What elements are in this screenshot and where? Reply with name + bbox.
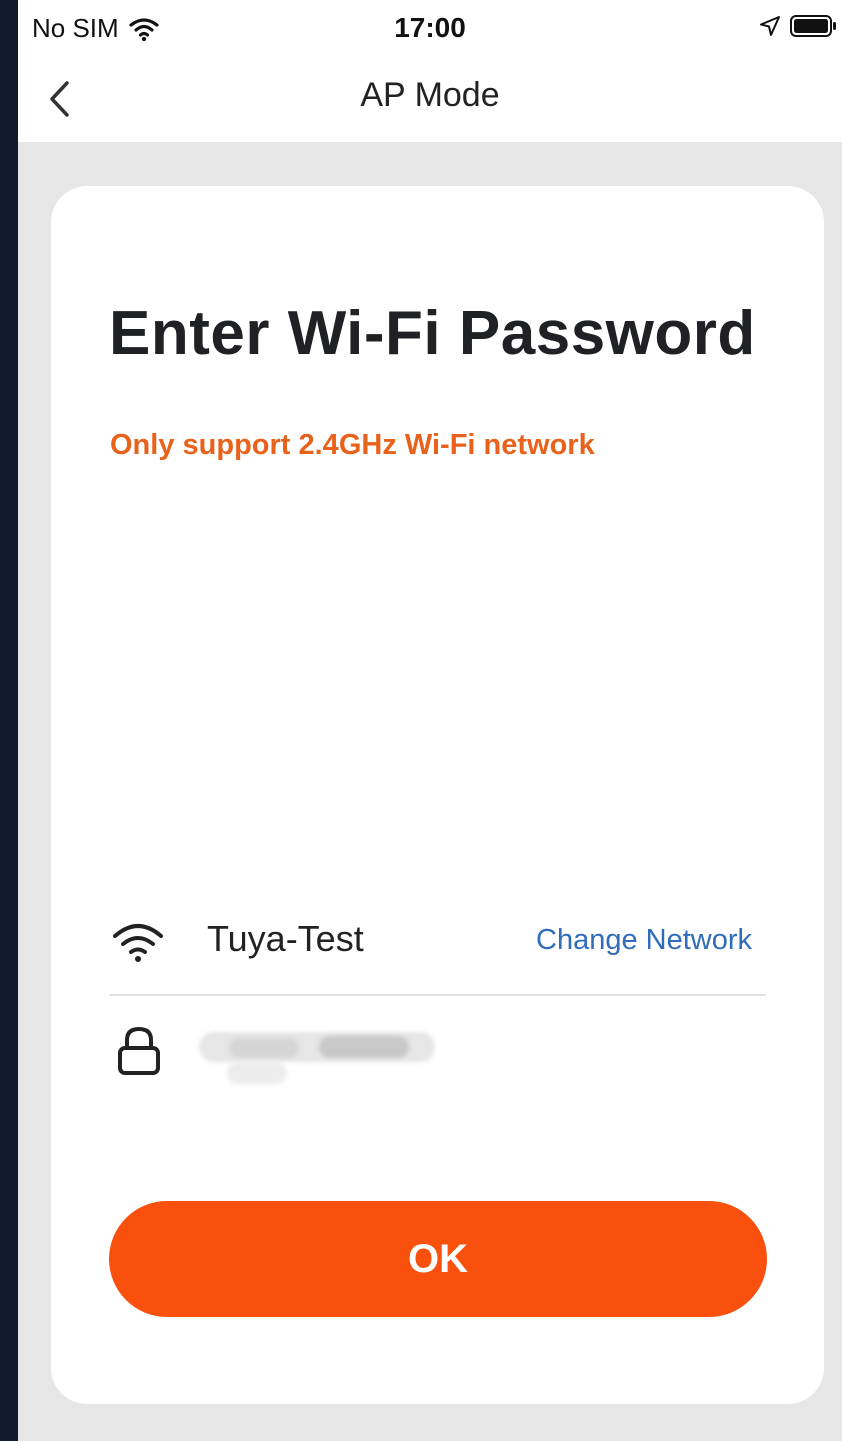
- ok-button[interactable]: OK: [109, 1201, 767, 1317]
- status-icons: [758, 14, 838, 38]
- obscured-password-blur: [229, 1038, 299, 1058]
- page-title: AP Mode: [360, 76, 500, 114]
- change-network-link[interactable]: Change Network: [536, 924, 752, 957]
- status-bar: No SIM 17:00: [18, 0, 842, 56]
- password-input[interactable]: [199, 1024, 435, 1088]
- frequency-warning: Only support 2.4GHz Wi-Fi network: [110, 429, 595, 461]
- navigation-bar: AP Mode: [18, 56, 842, 142]
- lock-icon: [118, 1026, 160, 1075]
- battery-icon: [790, 15, 836, 37]
- card-heading: Enter Wi-Fi Password: [109, 299, 756, 368]
- screen-frame: No SIM 17:00 AP Mode Enter Wi-Fi Passwor…: [0, 0, 842, 1441]
- wifi-password-card: Enter Wi-Fi Password Only support 2.4GHz…: [51, 186, 824, 1404]
- wifi-icon: [113, 924, 163, 962]
- phone-screen: No SIM 17:00 AP Mode Enter Wi-Fi Passwor…: [18, 0, 842, 1441]
- obscured-password-blur: [227, 1062, 287, 1084]
- obscured-password-blur: [319, 1036, 409, 1058]
- password-row: [109, 1004, 766, 1104]
- network-row: Tuya-Test Change Network: [109, 908, 766, 996]
- network-ssid: Tuya-Test: [207, 918, 364, 959]
- status-time: 17:00: [394, 12, 466, 43]
- location-icon: [760, 16, 780, 36]
